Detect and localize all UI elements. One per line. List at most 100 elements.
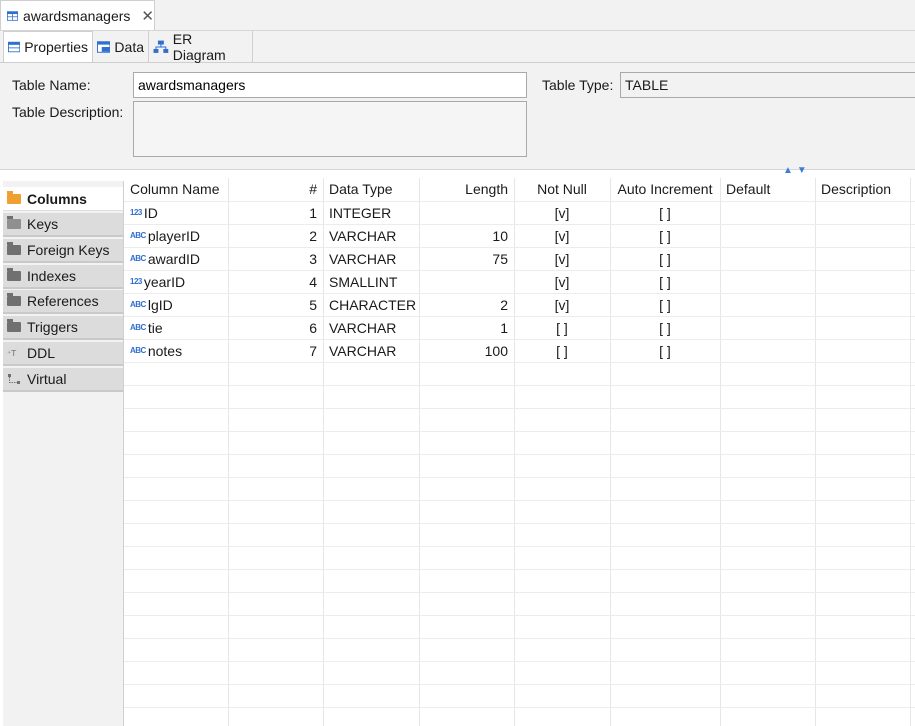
table-type-field[interactable]: TABLE: [620, 72, 915, 98]
column-header-data-type[interactable]: Data Type: [323, 178, 419, 200]
data-grid-icon: [97, 40, 111, 53]
side-tab-label: Columns: [27, 190, 87, 207]
editor-tab-awardsmanagers[interactable]: awardsmanagers ✕: [0, 0, 155, 30]
side-tab-indexes[interactable]: Indexes: [3, 265, 123, 289]
column-header-description[interactable]: Description: [815, 178, 910, 200]
table-name-input[interactable]: [133, 72, 527, 98]
folder-icon: [7, 242, 21, 255]
table-row[interactable]: ABC tie 6 VARCHAR 1 [ ] [ ]: [124, 316, 910, 339]
editor-tab-title: awardsmanagers: [23, 7, 131, 24]
cell-not-null[interactable]: [v]: [514, 201, 610, 224]
side-tab-label: DDL: [27, 345, 56, 361]
ddl-icon: ⁺T: [7, 349, 16, 358]
keys-icon: [7, 216, 21, 229]
folder-icon: [7, 293, 21, 306]
side-tab-foreign-keys[interactable]: Foreign Keys: [3, 239, 123, 263]
string-type-icon: ABC: [130, 254, 146, 263]
table-row[interactable]: 123 ID 1 INTEGER [v] [ ]: [124, 201, 910, 224]
numeric-type-icon: 123: [130, 208, 142, 217]
tab-data[interactable]: Data: [93, 31, 149, 62]
tab-properties[interactable]: Properties: [3, 31, 93, 62]
cell-not-null[interactable]: [v]: [514, 270, 610, 293]
cell-auto-increment[interactable]: [ ]: [610, 247, 720, 270]
cell-auto-increment[interactable]: [ ]: [610, 201, 720, 224]
table-description-textarea[interactable]: [133, 101, 527, 157]
side-tab-list: Columns Keys Foreign Keys Indexes Refere…: [3, 181, 124, 726]
column-header-auto-increment[interactable]: Auto Increment: [610, 178, 720, 200]
collapse-panel-icon[interactable]: ▲▼: [783, 165, 811, 176]
side-tab-columns[interactable]: Columns: [3, 187, 123, 211]
cell-column-name: 123 ID: [124, 201, 228, 224]
cell-auto-increment[interactable]: [ ]: [610, 316, 720, 339]
side-tab-triggers[interactable]: Triggers: [3, 316, 123, 340]
string-type-icon: ABC: [130, 346, 146, 355]
side-tab-keys[interactable]: Keys: [3, 213, 123, 237]
side-tab-label: Indexes: [27, 268, 77, 284]
string-type-icon: ABC: [130, 231, 146, 240]
cell-not-null[interactable]: [ ]: [514, 339, 610, 362]
cell-not-null[interactable]: [ ]: [514, 316, 610, 339]
editor-tab-bar: awardsmanagers ✕: [0, 0, 915, 31]
column-header-default[interactable]: Default: [720, 178, 815, 200]
cell-number: 1: [309, 204, 317, 221]
column-name-text: playerID: [147, 227, 200, 244]
cell-number: 6: [309, 319, 317, 336]
string-type-icon: ABC: [130, 300, 146, 309]
cell-length: 2: [500, 296, 508, 313]
cell-column-name: ABC playerID: [124, 224, 228, 247]
cell-not-null[interactable]: [v]: [514, 293, 610, 316]
close-icon[interactable]: ✕: [141, 7, 154, 25]
column-name-text: awardID: [147, 250, 200, 267]
column-name-text: notes: [147, 342, 183, 359]
cell-auto-increment[interactable]: [ ]: [610, 224, 720, 247]
columns-icon: [7, 190, 21, 204]
editor-subtab-bar: Properties Data ER Diagram: [0, 31, 915, 63]
folder-icon: [7, 319, 21, 332]
cell-number: 2: [309, 227, 317, 244]
side-tab-label: Foreign Keys: [27, 242, 110, 258]
column-header-number[interactable]: #: [228, 178, 323, 200]
cell-length: 75: [492, 250, 508, 267]
cell-auto-increment[interactable]: [ ]: [610, 293, 720, 316]
cell-data-type: VARCHAR: [329, 250, 397, 267]
cell-number: 4: [309, 273, 317, 290]
table-properties-panel: Table Name: Table Type: TABLE Table Desc…: [0, 63, 915, 170]
cell-data-type: CHARACTER: [329, 296, 417, 313]
side-tab-label: References: [27, 293, 99, 309]
tab-er-diagram[interactable]: ER Diagram: [149, 31, 253, 63]
cell-length: 100: [484, 342, 508, 359]
table-properties-icon: [8, 41, 21, 53]
cell-auto-increment[interactable]: [ ]: [610, 270, 720, 293]
table-icon: [7, 10, 19, 21]
side-tab-references[interactable]: References: [3, 290, 123, 314]
side-tab-label: Virtual: [27, 371, 67, 387]
svg-text:⁺T: ⁺T: [7, 349, 16, 358]
column-name-text: yearID: [143, 273, 186, 290]
column-header-not-null[interactable]: Not Null: [514, 178, 610, 200]
side-tab-virtual[interactable]: Virtual: [3, 368, 123, 392]
table-row[interactable]: ABC awardID 3 VARCHAR 75 [v] [ ]: [124, 247, 910, 270]
virtual-icon: [8, 374, 20, 384]
column-header-name[interactable]: Column Name: [124, 178, 228, 200]
table-row[interactable]: ABC lgID 5 CHARACTER 2 [v] [ ]: [124, 293, 910, 316]
cell-column-name: ABC notes: [124, 339, 228, 362]
table-row[interactable]: 123 yearID 4 SMALLINT [v] [ ]: [124, 270, 910, 293]
string-type-icon: ABC: [130, 323, 146, 332]
cell-not-null[interactable]: [v]: [514, 224, 610, 247]
cell-number: 5: [309, 296, 317, 313]
tab-properties-label: Properties: [24, 39, 88, 55]
table-row[interactable]: ABC notes 7 VARCHAR 100 [ ] [ ]: [124, 339, 910, 362]
table-row[interactable]: ABC playerID 2 VARCHAR 10 [v] [ ]: [124, 224, 910, 247]
column-name-text: lgID: [147, 296, 173, 313]
cell-column-name: ABC tie: [124, 316, 228, 339]
cell-data-type: VARCHAR: [329, 227, 397, 244]
table-name-label: Table Name:: [12, 77, 91, 93]
cell-column-name: 123 yearID: [124, 270, 228, 293]
cell-auto-increment[interactable]: [ ]: [610, 339, 720, 362]
side-tab-ddl[interactable]: ⁺T DDL: [3, 342, 123, 366]
numeric-type-icon: 123: [130, 277, 142, 286]
cell-number: 7: [309, 342, 317, 359]
cell-not-null[interactable]: [v]: [514, 247, 610, 270]
column-header-length[interactable]: Length: [419, 178, 514, 200]
cell-data-type: SMALLINT: [329, 273, 398, 290]
